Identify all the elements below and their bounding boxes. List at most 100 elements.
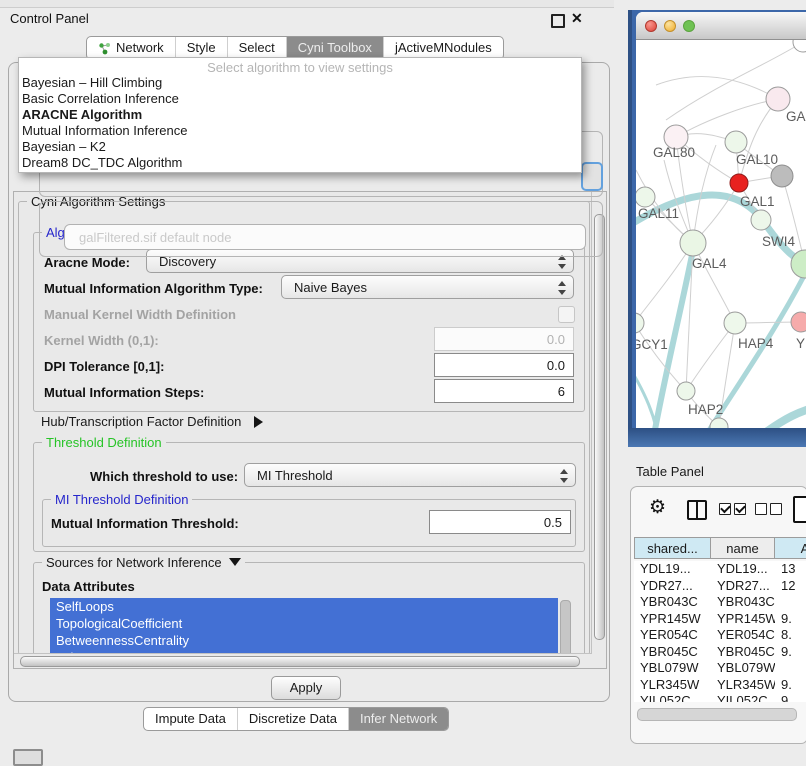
panel-icon[interactable] [793, 496, 806, 523]
table-cell: YDR27... [711, 578, 775, 595]
table-row[interactable]: YER054CYER054C8. [634, 627, 806, 644]
network-node-hap2[interactable] [677, 382, 695, 400]
bottom-tab-bar: Impute Data Discretize Data Infer Network [143, 707, 449, 731]
table-cell: YIL052C [634, 693, 711, 702]
node-label: SWI4 [762, 234, 795, 249]
network-node[interactable] [771, 165, 793, 187]
hub-section-toggle[interactable]: Hub/Transcription Factor Definition [41, 414, 263, 429]
table-cell: 9. [775, 644, 806, 661]
table-cell: 9. [775, 677, 806, 694]
table-row[interactable]: YDL19...YDL19...13 [634, 561, 806, 578]
mi-threshold-label: Mutual Information Threshold: [51, 516, 239, 531]
network-node-gcy1[interactable] [636, 313, 644, 333]
mi-steps-field[interactable]: 6 [434, 379, 574, 403]
network-node[interactable] [793, 40, 806, 52]
table-cell [775, 594, 806, 611]
network-node-gal4[interactable] [680, 230, 706, 256]
minimize-window-icon[interactable] [664, 20, 676, 32]
algorithm-option[interactable]: Basic Correlation Inference [19, 91, 581, 107]
network-node-swi4[interactable] [751, 210, 771, 230]
algorithm-option[interactable]: Mutual Information Inference [19, 123, 581, 139]
tab-cyni-toolbox[interactable]: Cyni Toolbox [286, 37, 383, 59]
table-panel-title: Table Panel [636, 464, 704, 479]
attribute-item[interactable]: SelfLoops [50, 598, 558, 615]
algorithm-option[interactable]: Bayesian – K2 [19, 139, 581, 155]
mi-threshold-field[interactable]: 0.5 [429, 510, 571, 534]
tab-label: Impute Data [155, 708, 226, 730]
network-window: GALGAL80GAL10GAL1GAL11SWI4GAL4GCY1HAP4YH… [636, 12, 806, 428]
network-window-titlebar[interactable] [636, 12, 806, 40]
algorithm-option[interactable]: Dream8 DC_TDC Algorithm [19, 155, 581, 171]
close-panel-icon[interactable]: ✕ [571, 10, 583, 27]
table-row[interactable]: YPR145WYPR145W9. [634, 611, 806, 628]
network-selector-combo[interactable]: galFiltered.sif default node [64, 224, 586, 250]
table-horizontal-scroll-thumb[interactable] [637, 708, 797, 721]
tab-jactivemnodules[interactable]: jActiveMNodules [383, 37, 503, 59]
column-header[interactable]: shared... [634, 537, 711, 559]
table-cell: 12 [775, 578, 806, 595]
manual-kernel-checkbox[interactable] [558, 306, 575, 323]
tab-select[interactable]: Select [227, 37, 286, 59]
attribute-item[interactable]: TopologicalCoefficient [50, 615, 558, 632]
sources-title[interactable]: Sources for Network Inference [42, 555, 245, 570]
tab-label: Discretize Data [249, 708, 337, 730]
node-label: GAL11 [638, 206, 679, 221]
network-node[interactable] [710, 418, 728, 428]
node-label: Y [796, 336, 805, 351]
settings-horizontal-scrollbar[interactable] [14, 653, 592, 668]
close-window-icon[interactable] [645, 20, 657, 32]
minimized-panel-icon[interactable] [13, 749, 43, 766]
gear-icon[interactable]: ⚙ [649, 496, 666, 519]
algorithm-option[interactable]: ARACNE Algorithm [19, 107, 581, 123]
settings-vertical-scrollbar[interactable] [591, 192, 606, 668]
mi-steps-label: Mutual Information Steps: [44, 385, 204, 400]
table-row[interactable]: YBR043CYBR043C [634, 594, 806, 611]
float-panel-icon[interactable] [551, 14, 565, 28]
tab-infer-network[interactable]: Infer Network [348, 708, 448, 730]
which-threshold-combo[interactable]: MI Threshold [244, 463, 576, 487]
table-row[interactable]: YIL052CYIL052C9. [634, 693, 806, 702]
network-canvas[interactable]: GALGAL80GAL10GAL1GAL11SWI4GAL4GCY1HAP4YH… [636, 40, 806, 428]
dpi-tolerance-label: DPI Tolerance [0,1]: [44, 359, 164, 374]
horizontal-scroll-thumb[interactable] [20, 656, 580, 667]
column-header[interactable]: A [774, 537, 806, 559]
table-row[interactable]: YBL079WYBL079W [634, 660, 806, 677]
tab-label: Network [116, 37, 164, 59]
which-threshold-value: MI Threshold [257, 468, 333, 483]
tab-network[interactable]: Network [87, 37, 175, 59]
tab-discretize-data[interactable]: Discretize Data [237, 708, 348, 730]
checked-boxes-icon[interactable] [719, 503, 749, 518]
hub-section-label: Hub/Transcription Factor Definition [41, 414, 241, 429]
unchecked-boxes-icon[interactable] [755, 503, 785, 518]
network-view-frame: GALGAL80GAL10GAL1GAL11SWI4GAL4GCY1HAP4YH… [628, 10, 806, 447]
dpi-tolerance-field[interactable]: 0.0 [434, 353, 574, 377]
vertical-scroll-thumb[interactable] [594, 214, 605, 640]
mi-type-combo[interactable]: Naive Bayes [281, 275, 574, 299]
node-label: GAL1 [740, 194, 775, 209]
network-teal-edges [636, 195, 806, 428]
tab-impute-data[interactable]: Impute Data [144, 708, 237, 730]
table-cell: 9. [775, 611, 806, 628]
network-node-gal[interactable] [766, 87, 790, 111]
node-label: GCY1 [636, 337, 668, 352]
table-cell: YPR145W [711, 611, 775, 628]
combo-stepper-icon [560, 469, 568, 483]
kernel-width-field: 0.0 [434, 327, 574, 351]
attribute-item[interactable]: BetweennessCentrality [50, 632, 558, 649]
zoom-window-icon[interactable] [683, 20, 695, 32]
network-node-gal10[interactable] [725, 131, 747, 153]
split-columns-icon[interactable] [687, 500, 707, 520]
network-node-gal11[interactable] [636, 187, 655, 207]
table-row[interactable]: YLR345WYLR345W9. [634, 677, 806, 694]
network-node-y[interactable] [791, 312, 806, 332]
tab-style[interactable]: Style [175, 37, 227, 59]
focused-combo-stepper-fragment [581, 162, 603, 191]
algorithm-option[interactable]: Bayesian – Hill Climbing [19, 75, 581, 91]
network-node-gal1[interactable] [730, 174, 748, 192]
tab-label: Cyni Toolbox [298, 37, 372, 59]
network-node-hap4[interactable] [724, 312, 746, 334]
apply-button[interactable]: Apply [271, 676, 341, 700]
column-header[interactable]: name [710, 537, 775, 559]
table-row[interactable]: YBR045CYBR045C9. [634, 644, 806, 661]
table-row[interactable]: YDR27...YDR27...12 [634, 578, 806, 595]
